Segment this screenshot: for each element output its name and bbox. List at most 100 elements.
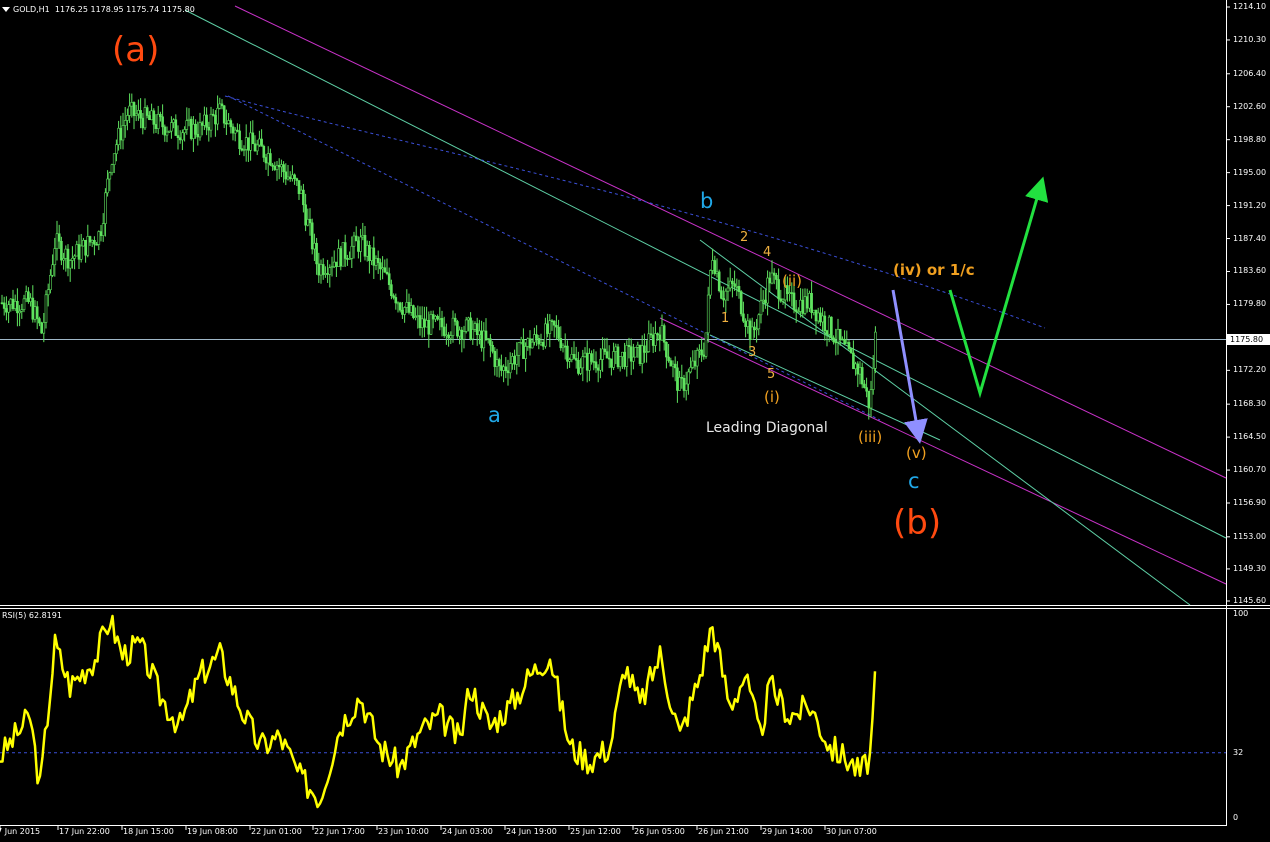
wave-label-3: 3 [748, 345, 757, 360]
candle-body [731, 280, 734, 285]
candle-body [550, 320, 554, 323]
candle-body [302, 189, 305, 206]
candle-body [143, 107, 147, 129]
candle-body [541, 341, 545, 347]
candle-body [654, 333, 657, 346]
symbol-label: GOLD,H1 [13, 5, 50, 14]
candle-body [22, 298, 26, 311]
candle-body [647, 333, 651, 352]
wave-label-a-big: (a) [112, 30, 160, 70]
candle-body [874, 331, 877, 369]
candle-body [625, 345, 629, 367]
candle-body [181, 132, 184, 141]
candle-body [676, 367, 679, 391]
candle-body [660, 325, 664, 341]
candle-body [418, 315, 422, 328]
candle-body [359, 236, 362, 252]
candle-body [682, 377, 686, 391]
wave-label-2: 2 [740, 230, 749, 245]
candle-body [231, 126, 235, 134]
candle-body [187, 118, 191, 121]
candles-group [0, 93, 877, 420]
candle-body [271, 164, 274, 167]
candle-body [515, 354, 519, 365]
candle-body [790, 292, 794, 294]
candle-body [775, 275, 778, 280]
candle-body [139, 110, 142, 119]
rsi-line [0, 614, 877, 809]
candle-body [154, 124, 158, 130]
candle-body [33, 306, 37, 320]
candle-body [132, 102, 136, 116]
candle-body [372, 247, 376, 266]
candle-body [698, 349, 701, 352]
candle-body [794, 309, 798, 312]
candle-body [524, 346, 527, 359]
candle-body [757, 314, 761, 330]
projection-arrow-green [948, 176, 1049, 399]
candle-body [297, 180, 301, 194]
candle-body [649, 333, 653, 336]
candle-body [5, 308, 8, 313]
candle-body [684, 383, 688, 391]
candle-body [702, 354, 706, 357]
candle-body [211, 113, 215, 116]
candle-body [350, 245, 354, 259]
candle-body [643, 345, 646, 353]
candle-body [533, 334, 536, 343]
candle-body [750, 326, 754, 340]
candle-body [678, 377, 681, 391]
candle-body [209, 113, 213, 131]
candle-body [381, 267, 384, 270]
candle-body [687, 371, 690, 385]
candle-body [346, 258, 349, 260]
candle-body [0, 302, 4, 304]
candle-body [178, 137, 182, 141]
candle-body [502, 366, 505, 371]
candle-body [165, 131, 169, 136]
candle-body [739, 291, 743, 315]
candle-body [277, 165, 281, 168]
candle-body [35, 306, 39, 319]
candle-body [398, 302, 402, 311]
price-chart[interactable] [0, 0, 1270, 842]
price-tick-label: 1149.30 [1233, 563, 1267, 573]
candle-body [856, 363, 860, 375]
candle-body [797, 311, 800, 313]
price-tick-label: 1153.00 [1233, 531, 1267, 541]
candle-body [858, 367, 862, 375]
candle-body [645, 351, 648, 353]
wave-label-a: a [488, 403, 501, 427]
candle-body [13, 301, 17, 309]
candle-body [445, 334, 448, 337]
candle-body [57, 233, 61, 242]
wave-label-b-big: (b) [893, 503, 942, 543]
candle-body [539, 341, 543, 345]
candle-body [629, 346, 633, 362]
candle-body [348, 258, 351, 260]
candle-body [66, 248, 70, 269]
candle-body [709, 270, 712, 296]
candle-body [104, 192, 107, 224]
price-tick-label: 1206.40 [1233, 68, 1267, 78]
candle-body [269, 153, 272, 166]
candle-body [766, 277, 769, 304]
time-tick-label: 22 Jun 17:00 [314, 827, 365, 836]
candle-body [240, 148, 244, 151]
candle-body [632, 356, 635, 362]
dropdown-triangle-icon[interactable] [2, 7, 10, 12]
candle-body [412, 305, 415, 318]
candle-body [258, 138, 261, 146]
candle-body [324, 273, 327, 275]
candle-body [159, 113, 162, 118]
candle-body [744, 320, 747, 327]
candle-body [341, 242, 345, 267]
candle-body [16, 301, 19, 314]
candle-body [640, 345, 644, 364]
candle-body [610, 358, 613, 368]
price-tick-label: 1195.00 [1233, 167, 1267, 177]
candle-body [62, 258, 65, 261]
candle-body [99, 231, 103, 236]
candle-body [830, 316, 833, 339]
candle-body [407, 302, 411, 313]
